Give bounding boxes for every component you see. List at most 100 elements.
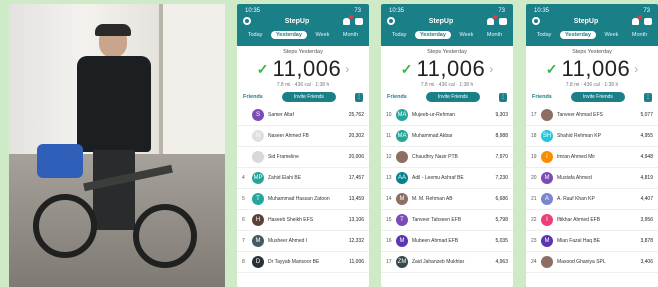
steps-summary[interactable]: ✓ 11,006 › xyxy=(526,56,658,82)
steps-summary[interactable]: ✓ 11,006 › xyxy=(237,56,369,82)
chat-icon[interactable] xyxy=(499,17,507,25)
leaderboard-row[interactable]: S Samer Altaf 25,762 xyxy=(237,105,369,126)
gear-icon[interactable] xyxy=(532,17,540,25)
gear-icon[interactable] xyxy=(243,17,251,25)
friend-name: Shahid Rehman KP xyxy=(557,133,601,139)
friend-name: Mujeeb-ur-Rehman xyxy=(412,112,456,118)
leaderboard-row[interactable]: 20 M Mustafa Ahmed 4,819 xyxy=(526,168,658,189)
invite-friends-button[interactable]: Invite Friends xyxy=(570,92,625,102)
friend-name: Mubeen Ahmad EFB xyxy=(412,238,459,244)
leaderboard-row[interactable]: 6 H Haseeb Sheikh EFS 13,106 xyxy=(237,210,369,231)
invite-friends-button[interactable]: Invite Friends xyxy=(281,92,336,102)
more-options-icon[interactable]: ⋮ xyxy=(354,92,363,102)
photo-frame xyxy=(83,164,173,192)
friend-name: Mian Fazal Haq BE xyxy=(557,238,601,244)
bell-icon[interactable] xyxy=(632,14,642,25)
leaderboard-row[interactable]: 5 T Muhammad Hassan Zatoon 13,459 xyxy=(237,189,369,210)
leaderboard-row[interactable]: 13 AA Adil - Leemu Ashraf BE 7,230 xyxy=(381,168,513,189)
tab-yesterday[interactable]: Yesterday xyxy=(559,31,596,39)
chat-icon[interactable] xyxy=(644,17,652,25)
photo-bag xyxy=(37,144,83,178)
status-bar: 10:35 73 xyxy=(381,4,513,14)
status-bar: 10:35 73 xyxy=(526,4,658,14)
leaderboard-row[interactable]: Sid Frameline 20,006 xyxy=(237,147,369,168)
friends-link[interactable]: Friends xyxy=(243,94,263,100)
step-value: 4,948 xyxy=(640,154,653,160)
rank-number: 5 xyxy=(242,196,245,202)
app-header: 10:35 73 StepUp Today Yesterday Week Mon… xyxy=(381,4,513,46)
photo-bicycle xyxy=(29,134,225,274)
bell-icon[interactable] xyxy=(487,14,497,25)
steps-summary[interactable]: ✓ 11,006 › xyxy=(381,56,513,82)
tab-month[interactable]: Month xyxy=(338,31,363,39)
invite-friends-button[interactable]: Invite Friends xyxy=(425,92,480,102)
header-actions xyxy=(343,14,363,25)
tab-week[interactable]: Week xyxy=(599,31,623,39)
tab-today[interactable]: Today xyxy=(532,31,557,39)
leaderboard-row[interactable]: 18 SH Shahid Rehman KP 4,955 xyxy=(526,126,658,147)
top-bar: StepUp xyxy=(237,14,369,28)
chat-icon[interactable] xyxy=(355,17,363,25)
avatar: MP xyxy=(252,172,264,184)
leaderboard-row[interactable]: 21 A A. Rauf Khan KP 4,407 xyxy=(526,189,658,210)
tab-yesterday[interactable]: Yesterday xyxy=(414,31,451,39)
phone-screen-3: 10:35 73 StepUp Today Yesterday Week Mon… xyxy=(526,4,658,287)
avatar: D xyxy=(252,256,264,268)
leaderboard-row[interactable]: 7 M Musheer Ahmed I 12,332 xyxy=(237,231,369,252)
step-value: 7,970 xyxy=(495,154,508,160)
tab-yesterday[interactable]: Yesterday xyxy=(270,31,307,39)
friend-name: Sid Frameline xyxy=(268,154,299,160)
leaderboard-row[interactable]: 15 T Tanveer Tahseen EFB 5,798 xyxy=(381,210,513,231)
leaderboard-row[interactable]: N Naseer Ahmed FB 20,302 xyxy=(237,126,369,147)
friends-link[interactable]: Friends xyxy=(532,94,552,100)
steps-label: Steps Yesterday xyxy=(427,49,467,55)
leaderboard-row[interactable]: 19 I Imran Ahmed Mir 4,948 xyxy=(526,147,658,168)
rank-number: 12 xyxy=(386,154,392,160)
avatar: T xyxy=(396,214,408,226)
rank-number: 16 xyxy=(386,238,392,244)
tab-week[interactable]: Week xyxy=(310,31,334,39)
rank-number: 15 xyxy=(386,217,392,223)
tab-month[interactable]: Month xyxy=(627,31,652,39)
tab-month[interactable]: Month xyxy=(482,31,507,39)
rank-number: 17 xyxy=(531,112,537,118)
avatar: AA xyxy=(396,172,408,184)
tab-today[interactable]: Today xyxy=(387,31,412,39)
avatar: SH xyxy=(541,130,553,142)
app-title: StepUp xyxy=(284,17,310,25)
step-value: 8,988 xyxy=(495,133,508,139)
more-options-icon[interactable]: ⋮ xyxy=(498,92,507,102)
rank-number: 22 xyxy=(531,217,537,223)
leaderboard-row[interactable]: 17 ZM Zaid Jahanzeb Mukhtar 4,963 xyxy=(381,252,513,273)
battery-level: 73 xyxy=(354,7,361,14)
avatar xyxy=(396,151,408,163)
friend-name: Dr Tayyab Mansoor BE xyxy=(268,259,320,265)
status-bar: 10:35 73 xyxy=(237,4,369,14)
tab-week[interactable]: Week xyxy=(454,31,478,39)
leaderboard-row[interactable]: 8 D Dr Tayyab Mansoor BE 11,006 xyxy=(237,252,369,273)
gear-icon[interactable] xyxy=(387,17,395,25)
step-value: 12,332 xyxy=(348,238,364,244)
leaderboard-row[interactable]: 16 M Mubeen Ahmad EFB 5,035 xyxy=(381,231,513,252)
rank-number: 17 xyxy=(386,259,392,265)
bell-icon[interactable] xyxy=(343,14,353,25)
leaderboard-row[interactable]: 11 MA Muhammad Akbar 8,988 xyxy=(381,126,513,147)
step-value: 11,006 xyxy=(349,259,364,265)
leaderboard-row[interactable]: 12 Chaudhry Nasir PTB 7,970 xyxy=(381,147,513,168)
leaderboard-row[interactable]: 4 MP Zahid Elahi BE 17,457 xyxy=(237,168,369,189)
leaderboard-row[interactable]: 23 M Mian Fazal Haq BE 3,878 xyxy=(526,231,658,252)
friends-link[interactable]: Friends xyxy=(387,94,407,100)
leaderboard-row[interactable]: 17 Tanveer Ahmad EFS 5,077 xyxy=(526,105,658,126)
friends-actions: Friends Invite Friends ⋮ xyxy=(526,90,658,104)
avatar xyxy=(541,256,553,268)
leaderboard-row[interactable]: 24 Masood Ghaniya SPL 3,406 xyxy=(526,252,658,273)
avatar: M xyxy=(396,235,408,247)
leaderboard-row[interactable]: 14 M M. M. Rehman AB 6,686 xyxy=(381,189,513,210)
step-value: 3,406 xyxy=(640,259,653,265)
step-value: 4,963 xyxy=(495,259,508,265)
leaderboard-row[interactable]: 22 I Iftikhar Ahmed EFB 3,956 xyxy=(526,210,658,231)
more-options-icon[interactable]: ⋮ xyxy=(643,92,652,102)
tab-today[interactable]: Today xyxy=(243,31,268,39)
avatar: N xyxy=(252,130,264,142)
leaderboard-row[interactable]: 10 MA Mujeeb-ur-Rehman 9,303 xyxy=(381,105,513,126)
